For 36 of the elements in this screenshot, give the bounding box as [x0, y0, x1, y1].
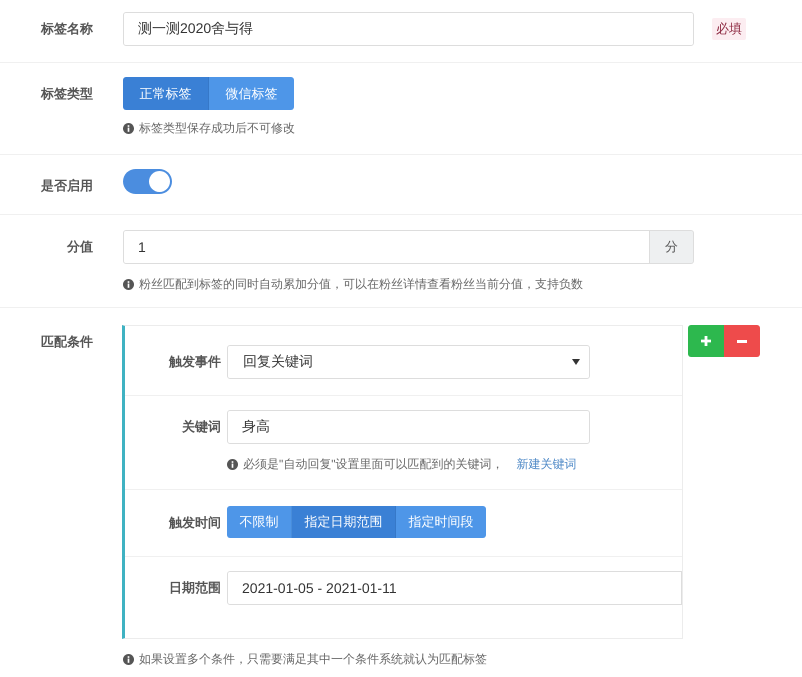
segment-tab[interactable]: 不限制 [227, 506, 292, 538]
field-label: 日期范围 [168, 579, 221, 597]
help-text: 如果设置多个条件，只需要满足其中一个条件系统就认为匹配标签 [139, 651, 487, 668]
field-label: 触发事件 [168, 353, 221, 371]
caret-icon [572, 359, 580, 365]
field-label: 是否启用 [40, 177, 93, 195]
segment-tab[interactable]: 正常标签 [123, 77, 209, 110]
add-condition-button[interactable] [688, 325, 724, 357]
new-keyword-link[interactable]: 新建关键词 [516, 456, 577, 473]
date-range-field[interactable]: 2021-01-05 - 2021-01-11 [227, 571, 682, 605]
help-text: 标签类型保存成功后不可修改 [139, 120, 295, 137]
info-icon [123, 654, 134, 665]
event-select[interactable]: 回复关键词 [227, 345, 590, 379]
segment-tab[interactable]: 指定时间段 [396, 506, 486, 538]
help-text: 必须是"自动回复"设置里面可以匹配到的关键词， [243, 456, 504, 473]
score-field[interactable]: 1 [123, 230, 650, 264]
segment-tab[interactable]: 指定日期范围 [292, 506, 396, 538]
unit-addon: 分 [650, 230, 694, 264]
help-text: 粉丝匹配到标签的同时自动累加分值，可以在粉丝详情查看粉丝当前分值，支持负数 [139, 276, 583, 293]
field-label: 匹配条件 [40, 333, 93, 351]
field-label: 标签名称 [40, 20, 93, 38]
required-tag: 必填 [712, 18, 746, 40]
field-label: 分值 [66, 238, 93, 256]
tag-name-field[interactable]: 测一测2020舍与得 [123, 12, 694, 46]
keyword-field[interactable]: 身高 [227, 410, 590, 444]
minus-icon [737, 340, 747, 342]
segment-tab[interactable]: 微信标签 [209, 77, 294, 110]
info-icon [227, 459, 238, 470]
info-icon [123, 279, 134, 290]
toggle-switch[interactable] [123, 169, 172, 194]
field-label: 关键词 [180, 418, 221, 436]
info-icon [123, 123, 134, 134]
field-label: 触发时间 [168, 514, 221, 532]
field-label: 标签类型 [40, 85, 93, 103]
remove-condition-button[interactable] [724, 325, 760, 357]
plus-icon [701, 336, 711, 346]
